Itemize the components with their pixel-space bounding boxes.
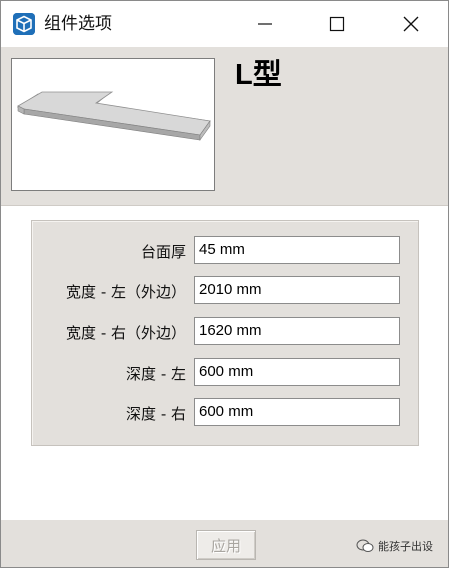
thickness-input[interactable] (194, 236, 400, 264)
l-shaped-countertop-preview (16, 91, 211, 141)
window-title: 组件选项 (44, 14, 112, 34)
width-right-input[interactable] (194, 317, 400, 345)
component-options-window: 组件选项 L型 台面厚 45 mm 宽度 - 左（外边） 2010 mm 宽度 … (0, 0, 449, 568)
title-bar[interactable]: 组件选项 (1, 1, 448, 47)
form-row-depth-right: 深度 - 右 (32, 397, 418, 431)
minimize-icon (258, 23, 272, 25)
form-row-depth-left: 深度 - 左 (32, 357, 418, 391)
component-header: L型 (1, 47, 448, 206)
field-label: 宽度 - 右（外边） (66, 324, 186, 342)
component-name: L型 (235, 59, 282, 91)
apply-button[interactable]: 应用 (196, 530, 256, 560)
component-preview (11, 58, 215, 191)
width-left-input[interactable] (194, 276, 400, 304)
form-row-width-left: 宽度 - 左（外边） (32, 275, 418, 309)
watermark: 能孩子出设 (356, 538, 433, 554)
depth-right-input[interactable] (194, 398, 400, 426)
wechat-icon (356, 539, 374, 552)
close-icon (403, 16, 419, 32)
form-row-thickness: 台面厚 (32, 235, 418, 269)
close-button[interactable] (383, 1, 439, 47)
form-row-width-right: 宽度 - 右（外边） (32, 316, 418, 350)
field-label: 深度 - 左 (126, 365, 186, 383)
depth-left-input[interactable] (194, 358, 400, 386)
field-label: 深度 - 右 (126, 405, 186, 423)
minimize-button[interactable] (237, 1, 293, 47)
sketchup-icon (13, 13, 35, 35)
footer-bar: 应用 能孩子出设 (1, 520, 448, 567)
options-form: 台面厚 宽度 - 左（外边） 宽度 - 右（外边） 深度 - 左 深度 - 右 (31, 220, 419, 446)
maximize-icon (329, 16, 345, 32)
field-label: 台面厚 (140, 243, 186, 261)
watermark-text: 能孩子出设 (378, 540, 433, 553)
field-label: 宽度 - 左（外边） (66, 283, 186, 301)
maximize-button[interactable] (309, 1, 365, 47)
